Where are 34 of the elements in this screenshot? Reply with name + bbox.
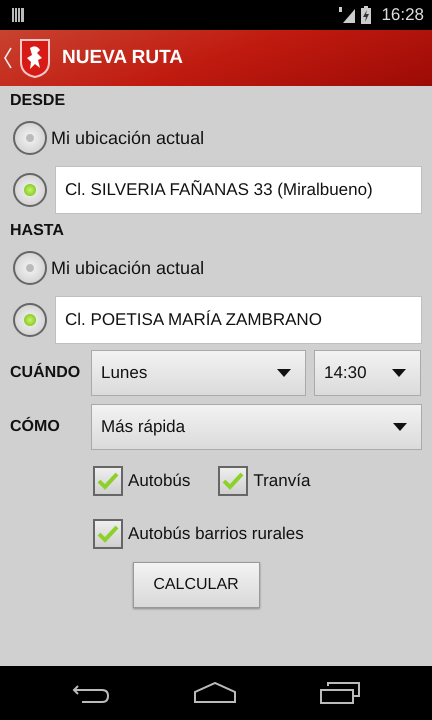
status-time: 16:28 (381, 5, 424, 25)
back-icon[interactable] (4, 47, 12, 69)
checkbox-label: Autobús barrios rurales (128, 524, 304, 544)
checkbox[interactable] (93, 518, 123, 548)
address-field[interactable]: Cl. SILVERIA FAÑANAS 33 (Miralbueno) (55, 166, 422, 214)
field-label: CÓMO (10, 418, 61, 436)
field-label: CUÁNDO (10, 364, 82, 382)
checkbox[interactable] (218, 466, 248, 496)
checkbox-label: Autobús (128, 470, 190, 490)
caret-icon (393, 423, 407, 431)
screen-title: NUEVA RUTA (62, 47, 184, 69)
section-label: HASTA (10, 221, 65, 241)
home-icon[interactable] (194, 682, 236, 704)
shield-icon (18, 38, 52, 78)
mode-dropdown[interactable]: Más rápida (91, 404, 422, 450)
radio-button[interactable] (13, 121, 47, 155)
battery-icon (361, 6, 372, 24)
time-dropdown[interactable]: 14:30 (314, 350, 421, 396)
checkbox-label: Tranvía (253, 470, 310, 490)
radio-button[interactable] (13, 251, 47, 285)
caret-icon (392, 369, 406, 377)
signal-icon (339, 7, 356, 23)
section-label: DESDE (10, 91, 66, 111)
calculate-button[interactable]: CALCULAR (132, 562, 260, 608)
notification-icon (12, 8, 24, 22)
caret-icon (277, 369, 291, 377)
day-dropdown[interactable]: Lunes (91, 350, 306, 396)
checkbox[interactable] (93, 466, 123, 496)
option-label: Mi ubicación actual (51, 258, 204, 278)
option-label: Mi ubicación actual (51, 128, 204, 148)
radio-button[interactable] (13, 303, 47, 337)
radio-button[interactable] (13, 173, 47, 207)
recent-apps-icon[interactable] (320, 682, 360, 704)
address-field[interactable]: Cl. POETISA MARÍA ZAMBRANO (55, 296, 422, 344)
